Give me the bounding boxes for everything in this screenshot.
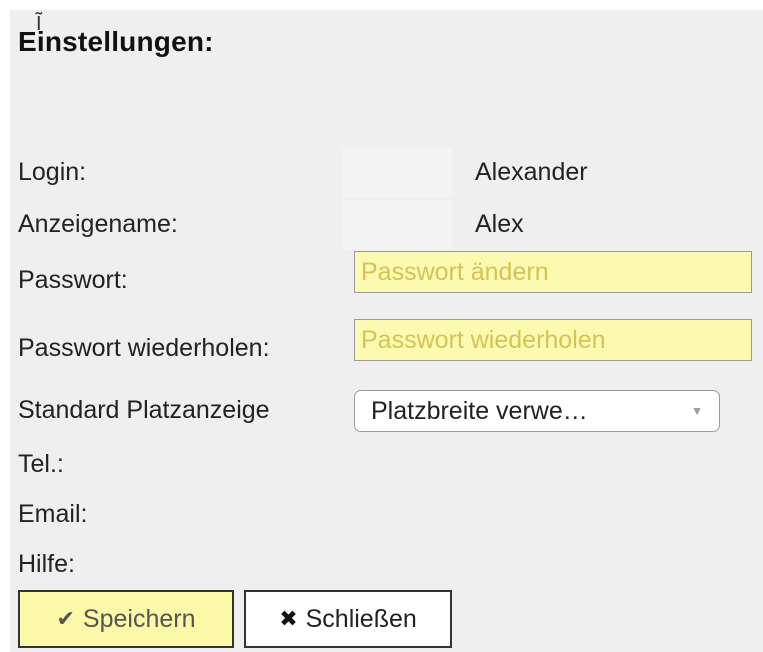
seat-display-selected: Platzbreite verwe…	[371, 396, 588, 425]
page-title: Einstellungen:	[18, 26, 214, 57]
seat-display-label: Standard Platzanzeige	[18, 396, 270, 424]
settings-panel: Einstellungen: Ĩ Login: Alexander Anzeig…	[10, 10, 763, 652]
password-input[interactable]	[354, 251, 752, 293]
login-spacer	[342, 148, 452, 198]
help-label: Hilfe:	[18, 550, 75, 578]
seat-display-select[interactable]: Platzbreite verwe… ▼	[354, 390, 720, 432]
password-repeat-input[interactable]	[354, 319, 752, 361]
text-cursor-icon: Ĩ	[36, 13, 42, 35]
save-button[interactable]: ✔ Speichern	[18, 590, 234, 648]
close-button[interactable]: ✖ Schließen	[244, 590, 452, 648]
password-repeat-label: Passwort wiederholen:	[18, 334, 270, 362]
save-button-label: Speichern	[82, 604, 196, 633]
x-icon: ✖	[279, 606, 298, 631]
close-button-label: Schließen	[305, 604, 417, 633]
check-icon: ✔	[56, 606, 75, 631]
login-value: Alexander	[475, 158, 588, 186]
display-name-value: Alex	[475, 210, 524, 238]
phone-label: Tel.:	[18, 450, 64, 478]
email-label: Email:	[18, 500, 88, 528]
display-name-label: Anzeigename:	[18, 210, 178, 238]
password-label: Passwort:	[18, 266, 128, 294]
display-name-spacer	[342, 200, 452, 250]
login-label: Login:	[18, 158, 87, 186]
chevron-down-icon: ▼	[691, 404, 703, 418]
